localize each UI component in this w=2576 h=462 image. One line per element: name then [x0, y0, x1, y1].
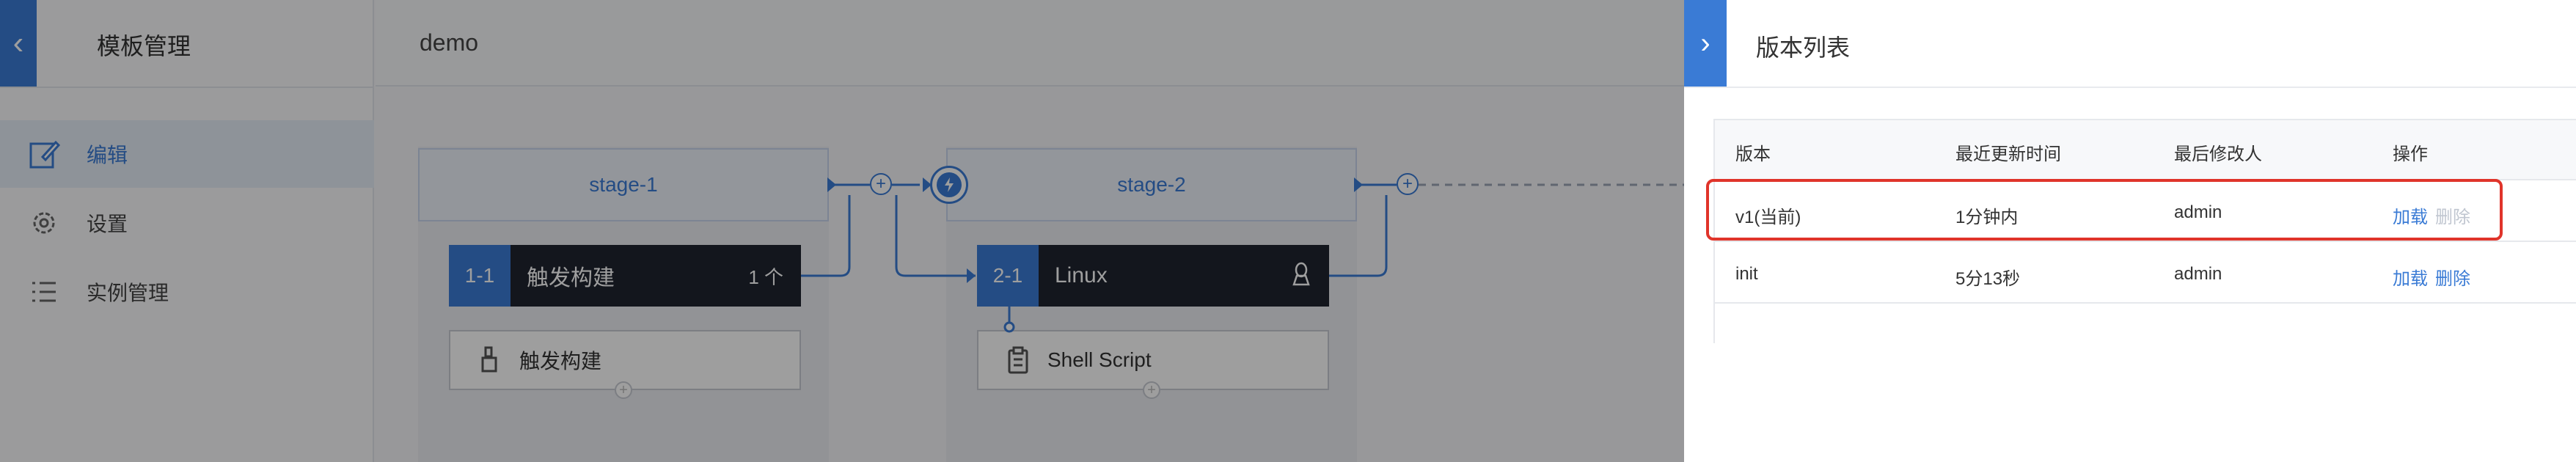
highlight-box — [1706, 179, 2503, 241]
column-header: 操作 — [2393, 144, 2428, 164]
column-header: 版本 — [1735, 144, 1771, 164]
panel-title: 版本列表 — [1756, 34, 1851, 61]
chevron-right-icon: › — [1700, 26, 1710, 59]
table-header — [1715, 120, 2576, 180]
updated-cell: 5分13秒 — [1955, 269, 2021, 289]
panel-toggle-button[interactable]: › — [1684, 0, 1727, 87]
actions-cell: 加载 删除 — [2393, 264, 2478, 290]
modifier-cell: admin — [2174, 264, 2222, 284]
divider — [1715, 302, 2576, 304]
divider — [1684, 87, 2576, 88]
modal-overlay[interactable] — [0, 0, 1684, 462]
column-header: 最近更新时间 — [1955, 144, 2061, 164]
load-link[interactable]: 加载 — [2393, 269, 2428, 289]
delete-link[interactable]: 删除 — [2435, 269, 2470, 289]
column-header: 最后修改人 — [2174, 144, 2262, 164]
version-cell: init — [1735, 264, 1758, 284]
